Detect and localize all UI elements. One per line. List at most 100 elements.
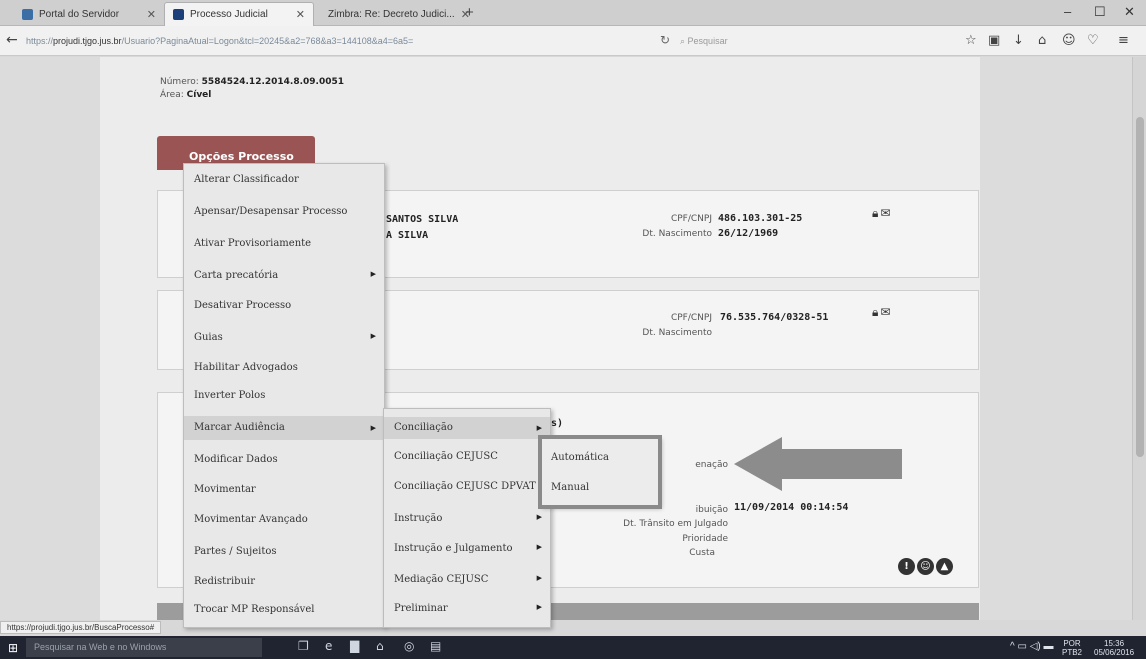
party-actions: 🔒︎✉ — [872, 305, 892, 320]
submenu-item-mediacao-cejusc[interactable]: Mediação CEJUSC ▶ — [384, 574, 550, 585]
marcar-audiencia-submenu: Conciliação ▶ Conciliação CEJUSC Concilia… — [383, 408, 551, 628]
pocket-icon[interactable]: ♡ — [1087, 33, 1099, 48]
edge-browser-icon[interactable]: e — [325, 639, 332, 653]
menu-item-inverter-polos[interactable]: Inverter Polos — [184, 390, 384, 401]
menu-item-redistribuir[interactable]: Redistribuir — [184, 576, 384, 587]
menu-item-label: Modificar Dados — [194, 454, 278, 465]
menu-item-desativar-processo[interactable]: Desativar Processo — [184, 300, 384, 311]
menu-item-partes-sujeitos[interactable]: Partes / Sujeitos — [184, 546, 384, 557]
menu-item-label: Desativar Processo — [194, 300, 292, 311]
close-tab-icon[interactable]: ✕ — [296, 8, 305, 21]
minimize-button[interactable]: – — [1064, 4, 1071, 19]
maximize-button[interactable]: ☐ — [1094, 4, 1106, 20]
menu-item-label: Conciliação CEJUSC — [394, 451, 498, 462]
menu-item-guias[interactable]: Guias ▶ — [184, 332, 384, 343]
menu-item-modificar-dados[interactable]: Modificar Dados — [184, 454, 384, 465]
menu-item-carta-precatoria[interactable]: Carta precatória ▶ — [184, 270, 384, 281]
submenu-item-conciliacao-cejusc-dpvat[interactable]: Conciliação CEJUSC DPVAT — [384, 481, 550, 492]
scrollbar-thumb[interactable] — [1136, 117, 1144, 457]
pdf-icon[interactable]: ▲ — [936, 558, 953, 575]
menu-item-movimentar-avancado[interactable]: Movimentar Avançado — [184, 514, 384, 525]
distribution-label: ibuição — [695, 505, 728, 515]
prioridade-label: Prioridade — [682, 534, 728, 544]
submenu-item-instrucao[interactable]: Instrução ▶ — [384, 513, 550, 524]
store-icon[interactable]: ⌂ — [376, 639, 384, 653]
hello-icon[interactable]: ☺ — [1062, 33, 1076, 48]
browser-tab-strip: Portal do Servidor ✕ Processo Judicial ✕… — [0, 0, 1146, 26]
menu-item-apensar[interactable]: Apensar/Desapensar Processo — [184, 206, 384, 217]
tab-zimbra[interactable]: Zimbra: Re: Decreto Judici... ✕ — [314, 2, 470, 26]
reading-list-icon[interactable]: ▣ — [988, 33, 1000, 48]
menu-item-movimentar[interactable]: Movimentar — [184, 484, 384, 495]
submenu-item-conciliacao-cejusc[interactable]: Conciliação CEJUSC — [384, 451, 550, 462]
process-number-value: 5584524.12.2014.8.09.0051 — [201, 77, 345, 87]
address-bar[interactable]: https://projudi.tjgo.jus.br/Usuario?Pagi… — [26, 31, 666, 51]
cpf-label: CPF/CNPJ — [670, 313, 712, 323]
browser-search-input[interactable]: ⌕ Pesquisar — [680, 31, 880, 51]
page-scrollbar[interactable] — [1132, 57, 1146, 620]
menu-item-label: Instrução e Julgamento — [394, 543, 513, 554]
submenu-item-conciliacao[interactable]: Conciliação ▶ — [384, 417, 550, 439]
download-icon[interactable]: ↓ — [1013, 33, 1024, 48]
taskbar-search-input[interactable]: Pesquisar na Web e no Windows — [26, 638, 262, 657]
process-number-label: Número: — [160, 77, 199, 87]
cpf-value: 76.535.764/0328-51 — [720, 312, 829, 323]
process-area: Área: Cível — [160, 90, 211, 100]
tab-portal-do-servidor[interactable]: Portal do Servidor ✕ — [14, 2, 164, 26]
status-bar-link: https://projudi.tjgo.jus.br/BuscaProcess… — [0, 621, 162, 634]
menu-item-label: Habilitar Advogados — [194, 362, 298, 373]
menu-item-label: Preliminar — [394, 603, 448, 614]
tab-label: Portal do Servidor — [39, 8, 120, 20]
menu-item-marcar-audiencia[interactable]: Marcar Audiência ▶ — [184, 416, 384, 440]
menu-hamburger-icon[interactable]: ≡ — [1118, 33, 1129, 48]
birth-label: Dt. Nascimento — [642, 328, 712, 338]
file-explorer-icon[interactable]: ▇ — [350, 639, 359, 653]
browser-nav-bar: ← https://projudi.tjgo.jus.br/Usuario?Pa… — [0, 26, 1146, 56]
opcoes-processo-menu: Alterar Classificador Apensar/Desapensar… — [183, 163, 385, 628]
new-tab-button[interactable]: + — [465, 4, 474, 21]
custa-label: Custa — [689, 548, 715, 558]
menu-item-label: Movimentar Avançado — [194, 514, 308, 525]
menu-item-label: Marcar Audiência — [194, 422, 285, 433]
close-window-button[interactable]: ✕ — [1124, 4, 1135, 20]
people-icon[interactable]: ☺ — [917, 558, 934, 575]
menu-item-label: Instrução — [394, 513, 443, 524]
menu-item-label: Movimentar — [194, 484, 256, 495]
close-tab-icon[interactable]: ✕ — [147, 8, 156, 21]
menu-item-habilitar-advogados[interactable]: Habilitar Advogados — [184, 362, 384, 373]
bookmark-star-icon[interactable]: ☆ — [965, 33, 977, 48]
submenu-item-preliminar[interactable]: Preliminar ▶ — [384, 603, 550, 614]
reload-icon[interactable]: ↻ — [660, 33, 670, 47]
language-indicator[interactable]: POR PTB2 — [1062, 639, 1082, 657]
task-view-icon[interactable]: ❐ — [298, 639, 309, 653]
home-icon[interactable]: ⌂ — [1038, 33, 1046, 48]
mail-icon[interactable]: ✉ — [880, 206, 892, 220]
submenu-item-instrucao-julgamento[interactable]: Instrução e Julgamento ▶ — [384, 543, 550, 554]
submenu-arrow-icon: ▶ — [536, 603, 542, 611]
windows-start-icon[interactable]: ⊞ — [8, 641, 18, 655]
menu-item-ativar-provisoriamente[interactable]: Ativar Provisoriamente — [184, 238, 384, 249]
submenu-arrow-icon: ▶ — [370, 424, 376, 432]
document-icon[interactable]: ▤ — [430, 639, 441, 653]
menu-item-trocar-mp[interactable]: Trocar MP Responsável — [184, 604, 384, 615]
menu-item-alterar-classificador[interactable]: Alterar Classificador — [184, 174, 384, 185]
clock-time: 15:36 — [1104, 639, 1125, 648]
tab-label: Zimbra: Re: Decreto Judici... — [328, 8, 455, 20]
menu-item-label: Ativar Provisoriamente — [194, 238, 312, 249]
submenu-arrow-icon: ▶ — [370, 332, 376, 340]
tab-processo-judicial[interactable]: Processo Judicial ✕ — [164, 2, 314, 26]
firefox-icon[interactable]: ◎ — [404, 639, 414, 653]
party-actions: 🔒︎✉ — [872, 206, 892, 221]
callout-arrow-icon — [734, 437, 902, 491]
url-host: projudi.tjgo.jus.br — [53, 36, 122, 46]
back-arrow-icon[interactable]: ← — [6, 32, 18, 48]
tray-icons[interactable]: ^ ▭ ◁) ▬ — [1010, 642, 1054, 652]
process-area-value: Cível — [186, 90, 212, 100]
clock[interactable]: 15:36 05/06/2016 — [1094, 639, 1134, 657]
mail-icon[interactable]: ✉ — [880, 305, 892, 319]
alert-icon[interactable]: ! — [898, 558, 915, 575]
search-icon: ⌕ — [680, 36, 688, 46]
language-code: POR — [1063, 639, 1081, 648]
menu-item-label: Guias — [194, 332, 223, 343]
menu-item-label: Apensar/Desapensar Processo — [194, 206, 348, 217]
